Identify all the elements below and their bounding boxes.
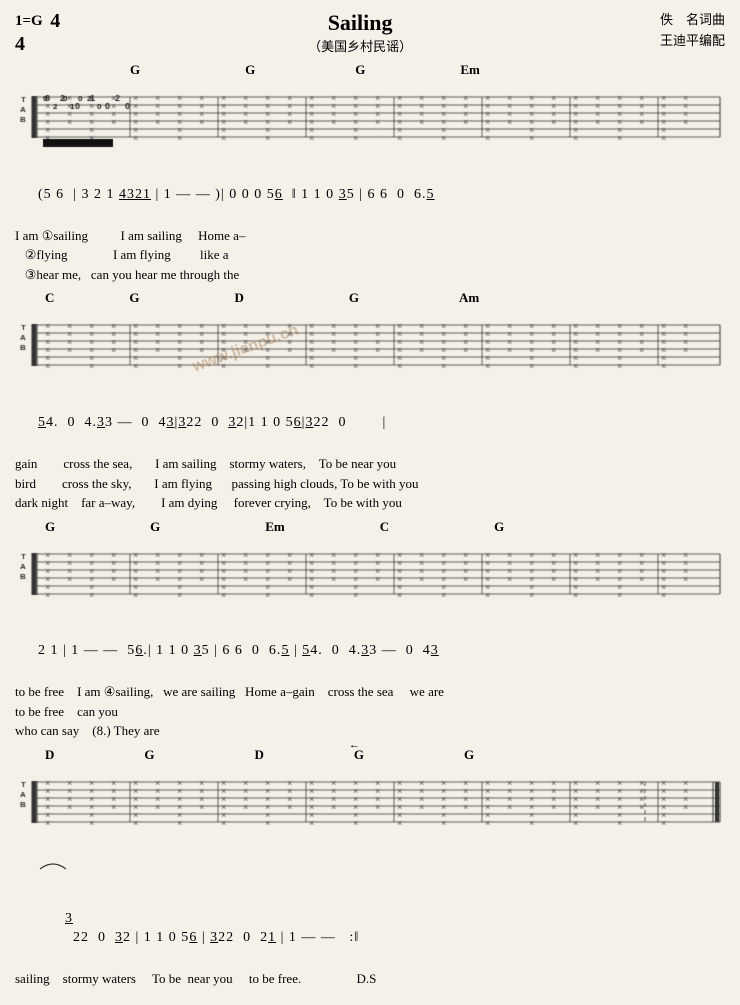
lyrics-1-2: ②flying I am flying like a: [15, 245, 725, 265]
tab-section-4: D G D ←G G: [15, 747, 725, 844]
lyrics-2-1: gain cross the sea, I am sailing stormy …: [15, 454, 725, 474]
chord-G6: G: [45, 519, 55, 535]
chord-G10: ←G: [354, 747, 364, 763]
lyrics-3-3: who can say (8.) They are: [15, 721, 725, 741]
chord-labels-2: C G D G Am: [15, 290, 725, 306]
page: 1=G 44 Sailing （美国乡村民谣） 佚 名词曲 王迪平编配 G G …: [0, 0, 740, 1005]
tab-section-2: C G D G Am: [15, 290, 725, 387]
chord-C1: C: [45, 290, 54, 306]
chord-C2: C: [380, 519, 389, 535]
attribution: 佚 名词曲 王迪平编配: [660, 10, 725, 52]
chord-G2: G: [245, 62, 255, 78]
lyrics-block-4: sailing stormy waters To be near you to …: [15, 969, 725, 989]
chord-G11: G: [464, 747, 474, 763]
chord-labels-1: G G G Em: [15, 62, 725, 78]
chord-D2: D: [45, 747, 54, 763]
chord-G9: G: [144, 747, 154, 763]
tab-staff-2: [15, 307, 725, 387]
notation-row2: 54. 0 4.33 — 0 43|322 0 32|1 1 0 56|322 …: [15, 393, 725, 452]
notation-row3: 2 1 | 1 — — 56.| 1 1 0 35 | 6 6 0 6.5 | …: [15, 622, 725, 681]
tab-section-3: G G Em C G: [15, 519, 725, 616]
chord-G5: G: [349, 290, 359, 306]
song-title: Sailing: [60, 10, 660, 36]
chord-Am1: Am: [459, 290, 479, 306]
lyrics-2-3: dark night far a–way, I am dying forever…: [15, 493, 725, 513]
tab-staff-1: [15, 79, 725, 159]
chord-G1: G: [130, 62, 140, 78]
lyrics-3-2: to be free can you: [15, 702, 725, 722]
chord-Em1: Em: [460, 62, 480, 78]
lyrics-2-2: bird cross the sky, I am flying passing …: [15, 474, 725, 494]
lyrics-4-1: sailing stormy waters To be near you to …: [15, 969, 725, 989]
chord-D3: D: [255, 747, 264, 763]
lyrics-1-1: I am ①sailing I am sailing Home a–: [15, 226, 725, 246]
lyrics-block-1: I am ①sailing I am sailing Home a– ②flyi…: [15, 226, 725, 285]
tab-staff-4: [15, 764, 725, 844]
chord-G8: G: [494, 519, 504, 535]
tempo-label: 1=G 44: [15, 13, 60, 52]
notation-row1: (5 6 | 3 2 1 4321 | 1 — — )| 0 0 0 56 ‖ …: [15, 165, 725, 224]
lyrics-1-3: ③hear me, can you hear me through the: [15, 265, 725, 285]
lyrics-3-1: to be free I am ④sailing, we are sailing…: [15, 682, 725, 702]
header: 1=G 44 Sailing （美国乡村民谣） 佚 名词曲 王迪平编配: [15, 10, 725, 56]
subtitle: （美国乡村民谣）: [60, 36, 660, 55]
tab-staff-3: [15, 536, 725, 616]
attribution-line2: 王迪平编配: [660, 31, 725, 52]
notation-row4: 3 22 0 32 | 1 1 0 56 | 322 0 21 | 1 — — …: [15, 850, 725, 968]
lyrics-block-2: gain cross the sea, I am sailing stormy …: [15, 454, 725, 513]
tab-section-1: G G G Em: [15, 62, 725, 159]
chord-D1: D: [235, 290, 244, 306]
attribution-line1: 佚 名词曲: [660, 10, 725, 31]
chord-G3: G: [355, 62, 365, 78]
chord-G4: G: [129, 290, 139, 306]
title-block: Sailing （美国乡村民谣）: [60, 10, 660, 55]
chord-Em2: Em: [265, 519, 285, 535]
chord-G7: G: [150, 519, 160, 535]
lyrics-block-3: to be free I am ④sailing, we are sailing…: [15, 682, 725, 741]
chord-labels-4: D G D ←G G: [15, 747, 725, 763]
chord-labels-3: G G Em C G: [15, 519, 725, 535]
tempo-block: 1=G 44: [15, 10, 60, 56]
